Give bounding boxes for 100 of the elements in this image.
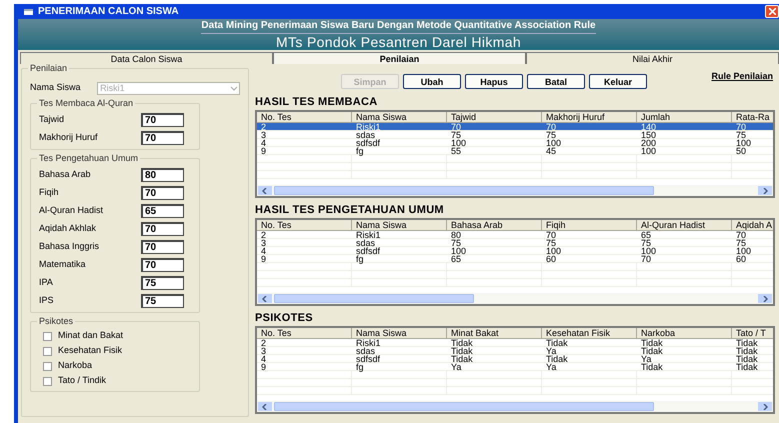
scroll-left-icon[interactable] [258, 294, 272, 303]
score-field[interactable]: 80 [141, 168, 184, 182]
table-cell-text: sdas [355, 131, 376, 138]
tab[interactable]: Penilaian [273, 52, 526, 64]
scroll-right-icon[interactable] [758, 294, 772, 303]
table-cell-text: 100 [450, 247, 468, 254]
table-cell-text: 3 [260, 239, 268, 246]
scroll-left-icon[interactable] [258, 402, 272, 411]
column-header[interactable]: Minat Bakat [447, 328, 542, 338]
table-row[interactable]: 4 sdfsdf 100 100 100 100 [257, 247, 773, 255]
column-header[interactable]: Nama Siswa [352, 220, 447, 230]
table-cell-text: 4 [260, 247, 268, 254]
table-cell-text: Tidak [735, 355, 759, 362]
table-cell-text: Tidak [450, 339, 474, 346]
column-header[interactable]: No. Tes [257, 328, 352, 338]
checkbox[interactable] [43, 346, 52, 356]
action-button[interactable]: Keluar [589, 74, 647, 89]
horizontal-scrollbar[interactable] [257, 293, 773, 304]
field-label: Bahasa Inggris [39, 240, 100, 253]
tab[interactable]: Nilai Akhir [526, 52, 779, 64]
scroll-left-icon[interactable] [258, 186, 272, 195]
table-cell-text: Tidak [545, 355, 569, 362]
table-cell-text: 100 [450, 139, 468, 146]
scrollbar-thumb[interactable] [274, 294, 474, 303]
table-cell-text: 75 [450, 131, 462, 138]
table-row[interactable]: 9 fg Ya Ya Tidak Tidak [257, 363, 773, 371]
scrollbar-thumb[interactable] [274, 186, 654, 195]
action-button[interactable]: Hapus [465, 74, 523, 89]
field-label: Makhorij Huruf [39, 130, 99, 144]
table-cell-text: 55 [450, 147, 462, 154]
table-row[interactable]: 2 Riski1 70 70 140 70 [257, 123, 773, 131]
checkbox-label: Tato / Tindik [58, 374, 106, 388]
table-cell-text: 9 [260, 147, 268, 154]
table-cell-text: 2 [260, 339, 268, 346]
table-cell-text: 70 [735, 123, 748, 130]
field-label: Matematika [39, 258, 87, 271]
column-header[interactable]: Makhorij Huruf [542, 112, 637, 122]
app-icon [24, 8, 33, 14]
column-header[interactable]: Narkoba [637, 328, 732, 338]
column-header[interactable]: No. Tes [257, 220, 352, 230]
table-row[interactable]: 3 sdas 75 75 75 75 [257, 239, 773, 247]
table-cell-text: 100 [640, 147, 658, 154]
table-row[interactable]: 2 Riski1 Tidak Tidak Tidak Tidak [257, 339, 773, 347]
score-field[interactable]: 70 [141, 130, 184, 144]
table-row[interactable]: 3 sdas 75 75 150 75 [257, 131, 773, 139]
tab[interactable]: Data Calon Siswa [20, 52, 273, 64]
table-row[interactable]: 9 fg 55 45 100 50 [257, 147, 773, 155]
table-row[interactable]: 9 fg 65 60 70 60 [257, 255, 773, 263]
table-cell-text: 80 [450, 231, 462, 238]
data-grid[interactable]: No. Tes Nama Siswa Tajwid Makhorij Huruf Jumlah Rata-Ra 2 Riski1 70 70 140 70 3 sdas 75 75 150 75 4 sdfsdf 100 100 200 100 9 fg 55 45 100 50 [255, 110, 775, 198]
column-header[interactable]: Jumlah [637, 112, 732, 122]
data-grid[interactable]: No. Tes Nama Siswa Bahasa Arab Fiqih Al-Quran Hadist Aqidah A 2 Riski1 80 70 65 70 3 sdas 75 75 75 75 4 sdfsdf 100 100 100 100 9 fg 65 60 70 60 [255, 218, 775, 306]
score-field[interactable]: 70 [141, 258, 184, 272]
table-cell-text: 100 [640, 247, 658, 254]
checkbox[interactable] [43, 376, 52, 386]
scroll-right-icon[interactable] [758, 402, 772, 411]
score-field[interactable]: 70 [141, 222, 184, 236]
score-field[interactable]: 70 [141, 240, 184, 254]
data-grid[interactable]: No. Tes Nama Siswa Minat Bakat Kesehatan Fisik Narkoba Tato / T 2 Riski1 Tidak Tidak Tidak Tidak 3 sdas Tidak Ya Tidak Tidak 4 sdfsdf Tidak Tidak Ya Tidak 9 fg Ya Ya Tidak Tidak [255, 326, 775, 414]
column-header[interactable]: Kesehatan Fisik [542, 328, 637, 338]
checkbox[interactable] [43, 362, 52, 370]
table-cell-text: sdas [355, 239, 376, 246]
column-header[interactable]: Fiqih [542, 220, 637, 230]
table-row[interactable]: 4 sdfsdf Tidak Tidak Ya Tidak [257, 355, 773, 363]
table-cell-text: 9 [260, 255, 268, 262]
score-field[interactable]: 70 [141, 186, 184, 200]
table-cell-text: 70 [735, 231, 748, 238]
column-header[interactable]: Nama Siswa [352, 328, 447, 338]
table-row[interactable]: 4 sdfsdf 100 100 200 100 [257, 139, 773, 147]
rule-link[interactable]: Rule Penilaian [711, 70, 773, 84]
table-cell-text: 75 [735, 131, 746, 138]
table-cell-text: Ya [545, 363, 556, 370]
score-field[interactable]: 75 [141, 294, 184, 308]
horizontal-scrollbar[interactable] [257, 401, 773, 412]
column-header[interactable]: No. Tes [257, 112, 352, 122]
table-cell-text: 50 [735, 147, 748, 154]
close-button[interactable] [765, 5, 779, 18]
column-header[interactable]: Rata-Ra [732, 112, 773, 122]
column-header[interactable]: Nama Siswa [352, 112, 447, 122]
action-button[interactable]: Batal [527, 74, 585, 89]
scroll-right-icon[interactable] [758, 186, 772, 195]
column-header[interactable]: Tajwid [447, 112, 542, 122]
scrollbar-thumb[interactable] [274, 402, 654, 411]
column-header[interactable]: Aqidah A [732, 220, 773, 230]
action-button[interactable]: Ubah [403, 74, 461, 89]
table-cell-text: 70 [545, 123, 558, 130]
score-field[interactable]: 65 [141, 204, 184, 218]
checkbox[interactable] [43, 332, 52, 340]
column-header[interactable]: Al-Quran Hadist [637, 220, 732, 230]
column-header[interactable]: Tato / T [732, 328, 773, 338]
horizontal-scrollbar[interactable] [257, 185, 773, 196]
close-icon [768, 8, 776, 15]
table-cell-text: sdfsdf [355, 355, 382, 362]
score-field[interactable]: 75 [141, 276, 184, 290]
score-field[interactable]: 70 [141, 112, 184, 126]
column-header[interactable]: Bahasa Arab [447, 220, 542, 230]
table-row[interactable]: 2 Riski1 80 70 65 70 [257, 231, 773, 239]
table-cell-text: 9 [260, 363, 268, 370]
table-cell-text: 75 [545, 239, 556, 246]
table-row[interactable]: 3 sdas Tidak Ya Tidak Tidak [257, 347, 773, 355]
